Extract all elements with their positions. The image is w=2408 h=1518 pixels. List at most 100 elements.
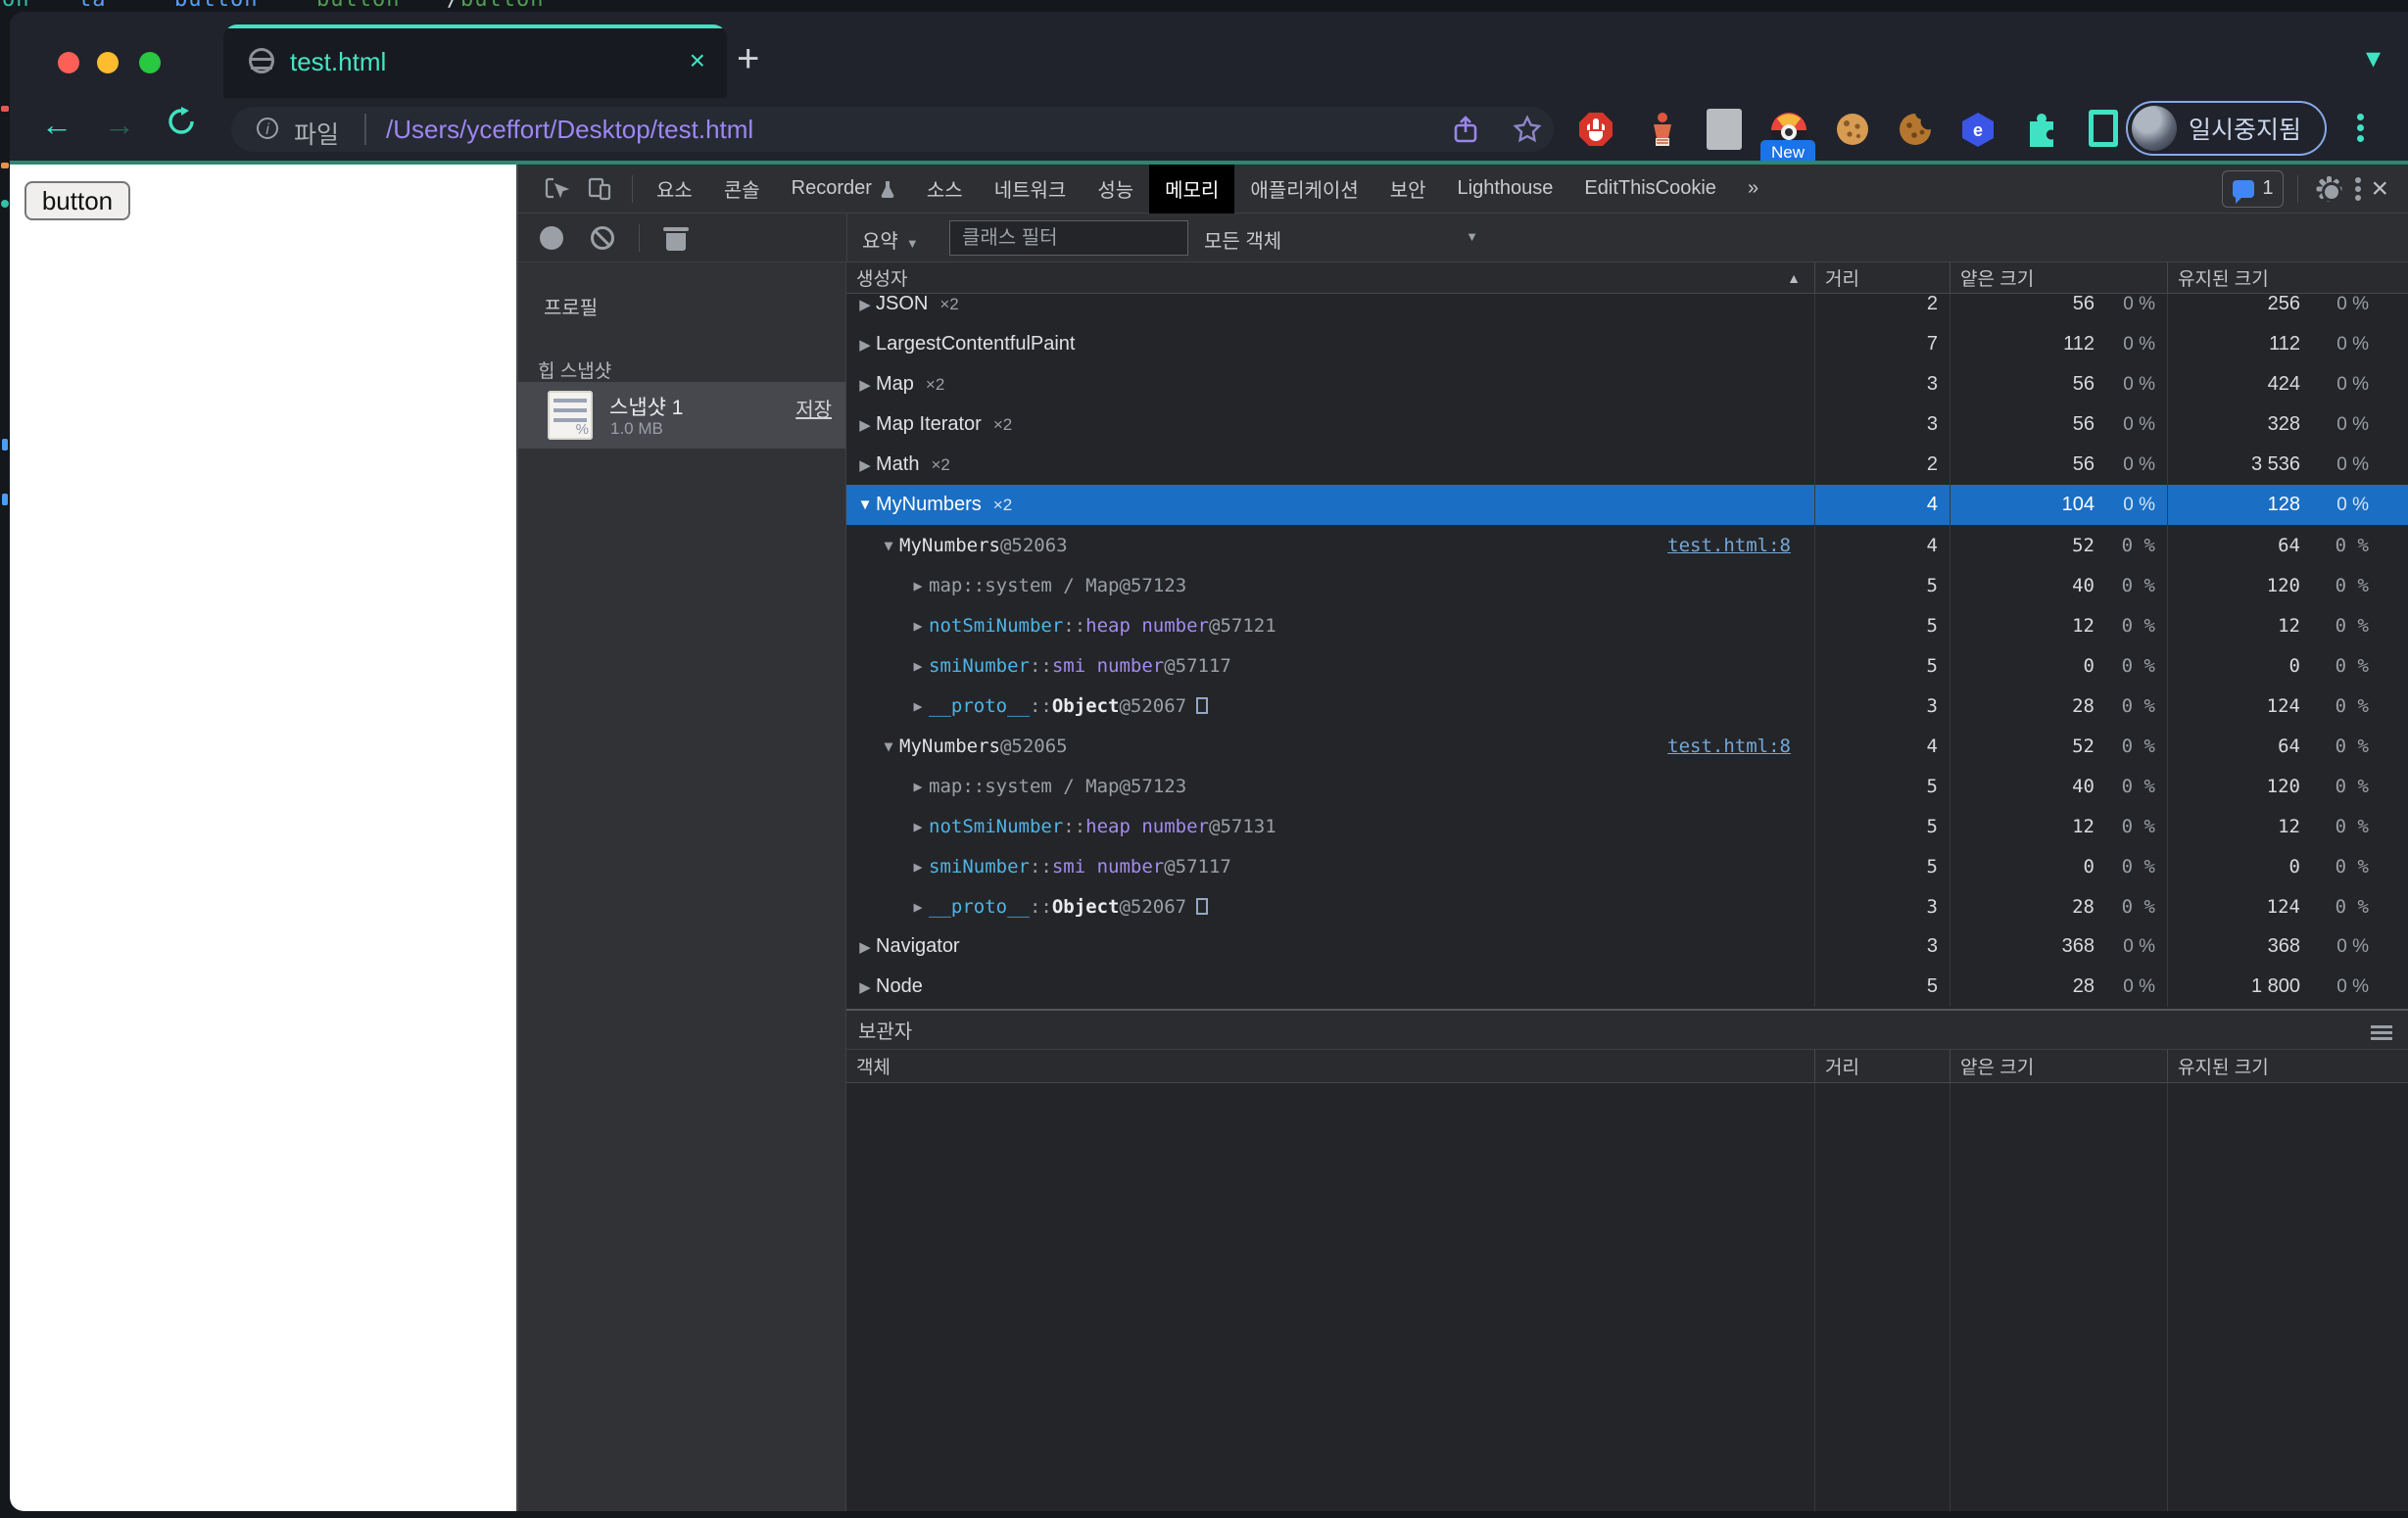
tab-lighthouse[interactable]: Lighthouse <box>1442 165 1569 213</box>
url-text[interactable]: /Users/yceffort/Desktop/test.html <box>386 115 753 145</box>
delete-snapshot-icon[interactable] <box>663 225 689 251</box>
shallow-size-column-header[interactable]: 얕은 크기 <box>1950 262 2167 293</box>
forward-button[interactable]: → <box>104 107 135 143</box>
expander-icon[interactable]: ▶ <box>907 697 929 715</box>
retained-size-column-header[interactable]: 유지된 크기 <box>2167 262 2408 293</box>
snapshot-item[interactable]: 스냅샷 1 1.0 MB 저장 <box>518 382 845 449</box>
device-toolbar-icon[interactable] <box>587 176 612 202</box>
tab-search-chevron-icon[interactable]: ▾ <box>2366 41 2381 75</box>
close-window-button[interactable] <box>58 52 79 73</box>
heap-row[interactable]: ▶ map :: system / Map @57123 5 40 0 % 120 0 % <box>846 565 2408 605</box>
tab-security[interactable]: 보안 <box>1374 165 1442 213</box>
page-button[interactable]: button <box>24 181 130 220</box>
tab-application[interactable]: 애플리케이션 <box>1234 165 1373 213</box>
tab-editthiscookie[interactable]: EditThisCookie <box>1568 165 1732 213</box>
expander-icon[interactable]: ▶ <box>907 577 929 594</box>
devtools-menu-kebab-icon[interactable] <box>2355 174 2362 204</box>
class-filter-input[interactable] <box>949 220 1188 256</box>
expander-icon[interactable]: ▶ <box>854 336 876 354</box>
heap-row[interactable]: ▶ JSON ×2 2 56 0 % 256 0 % <box>846 294 2408 324</box>
editthiscookie-extension-icon[interactable] <box>1897 111 1934 148</box>
heap-row[interactable]: ▶ Map Iterator ×2 3 56 0 % 328 0 % <box>846 404 2408 445</box>
snapshot-save-link[interactable]: 저장 <box>795 394 832 422</box>
heap-row[interactable]: ▼ MyNumbers @52063 test.html:8 4 52 0 % 64 0 % <box>846 525 2408 565</box>
expander-icon[interactable]: ▶ <box>854 376 876 394</box>
heap-row[interactable]: ▶ __proto__ :: Object @52067 3 28 0 % 124 0 % <box>846 686 2408 726</box>
extension-icon-teal-frame[interactable] <box>2089 110 2118 147</box>
shallow-size-column-header[interactable]: 얕은 크기 <box>1950 1050 2167 1082</box>
expander-icon[interactable]: ▼ <box>878 737 899 755</box>
heap-row[interactable]: ▶ LargestContentfulPaint 7 112 0 % 112 0 % <box>846 324 2408 364</box>
bookmark-star-icon[interactable] <box>1513 115 1542 144</box>
tab-console[interactable]: 콘솔 <box>708 165 776 213</box>
tab-elements[interactable]: 요소 <box>641 165 708 213</box>
browser-menu-kebab-icon[interactable] <box>2357 110 2365 149</box>
heap-row[interactable]: ▶ smiNumber :: smi number @57117 5 0 0 % 0 0 % <box>846 645 2408 686</box>
expander-icon[interactable]: ▶ <box>907 818 929 835</box>
heap-row[interactable]: ▶ smiNumber :: smi number @57117 5 0 0 % 0 0 % <box>846 846 2408 886</box>
heap-row[interactable]: ▶ notSmiNumber :: heap number @57121 5 12 0 … <box>846 605 2408 645</box>
issues-button[interactable]: 1 <box>2222 169 2285 208</box>
distance-column-header[interactable]: 거리 <box>1814 262 1950 293</box>
settings-gear-icon[interactable] <box>2316 175 2342 202</box>
new-tab-button[interactable]: + <box>737 39 759 78</box>
objects-select[interactable]: 모든 객체 ▼ <box>1204 225 1478 254</box>
heap-row[interactable]: ▼ MyNumbers @52065 test.html:8 4 52 0 % 64 0 % <box>846 726 2408 766</box>
distance-column-header[interactable]: 거리 <box>1814 1050 1950 1082</box>
tab-sources[interactable]: 소스 <box>911 165 979 213</box>
cookie-extension-icon[interactable] <box>1834 111 1871 148</box>
retained-size-column-header[interactable]: 유지된 크기 <box>2167 1050 2408 1082</box>
expander-icon[interactable]: ▶ <box>907 617 929 635</box>
extension-icon-red-figure[interactable] <box>1644 111 1681 148</box>
heap-row[interactable]: ▶ notSmiNumber :: heap number @57131 5 12 0 … <box>846 806 2408 846</box>
expander-icon[interactable]: ▶ <box>907 858 929 876</box>
source-link[interactable]: test.html:8 <box>1667 735 1791 757</box>
expander-icon[interactable]: ▼ <box>854 497 876 513</box>
tab-recorder[interactable]: Recorder <box>776 165 911 213</box>
inspect-element-icon[interactable] <box>544 176 569 202</box>
browser-tab[interactable]: test.html × <box>223 24 727 98</box>
expander-icon[interactable]: ▶ <box>907 778 929 795</box>
object-column-header[interactable]: 객체 <box>846 1050 1814 1082</box>
expander-icon[interactable]: ▶ <box>907 898 929 916</box>
heap-row[interactable]: ▶ __proto__ :: Object @52067 3 28 0 % 124 0 % <box>846 886 2408 926</box>
constructor-column-header[interactable]: 생성자 ▲ <box>846 262 1814 293</box>
share-icon[interactable] <box>1451 115 1480 144</box>
expander-icon[interactable]: ▶ <box>907 657 929 675</box>
tab-network[interactable]: 네트워크 <box>979 165 1083 213</box>
expander-icon[interactable]: ▼ <box>878 537 899 554</box>
retainers-menu-icon[interactable] <box>2371 1022 2392 1043</box>
expander-icon[interactable]: ▶ <box>854 978 876 996</box>
retainers-bar[interactable]: 보관자 <box>846 1009 2408 1050</box>
maximize-window-button[interactable] <box>139 52 161 73</box>
tab-performance[interactable]: 성능 <box>1082 165 1149 213</box>
heap-row[interactable]: ▶ Math ×2 2 56 0 % 3 536 0 % <box>846 445 2408 485</box>
omnibox[interactable]: i 파일 /Users/yceffort/Desktop/test.html <box>231 107 1554 152</box>
devtools-close-icon[interactable]: × <box>2371 172 2388 206</box>
back-button[interactable]: ← <box>41 107 72 143</box>
site-info-icon[interactable]: i <box>257 118 278 139</box>
clear-profiles-icon[interactable] <box>591 226 614 250</box>
profile-pill[interactable]: 일시중지됨 <box>2126 101 2328 156</box>
heap-row[interactable]: ▶ Node 5 28 0 % 1 800 0 % <box>846 967 2408 1007</box>
heap-row[interactable]: ▶ map :: system / Map @57123 5 40 0 % 120 0 % <box>846 766 2408 806</box>
extension-icon-colorful[interactable]: New <box>1760 111 1815 166</box>
tab-close-icon[interactable]: × <box>690 45 705 76</box>
expander-icon[interactable]: ▶ <box>854 938 876 956</box>
heap-row[interactable]: ▶ Navigator 3 368 0 % 368 0 % <box>846 926 2408 967</box>
tab-memory[interactable]: 메모리 <box>1149 164 1235 213</box>
expander-icon[interactable]: ▶ <box>854 416 876 434</box>
heap-row[interactable]: ▼ MyNumbers ×2 4 104 0 % 128 0 % <box>846 485 2408 525</box>
perspective-select[interactable]: 요약 ▼ <box>862 225 919 254</box>
puzzle-extension-icon[interactable] <box>2024 111 2061 148</box>
heap-row[interactable]: ▶ Map ×2 3 56 0 % 424 0 % <box>846 364 2408 404</box>
more-tabs-chevron[interactable]: » <box>1732 165 1774 213</box>
expander-icon[interactable]: ▶ <box>854 296 876 313</box>
source-link[interactable]: test.html:8 <box>1667 535 1791 556</box>
take-snapshot-icon[interactable] <box>540 226 563 250</box>
expander-icon[interactable]: ▶ <box>854 456 876 474</box>
minimize-window-button[interactable] <box>97 52 119 73</box>
extension-icon-gray[interactable] <box>1707 109 1742 150</box>
extension-icon-blue-hexagon[interactable]: e <box>1959 111 1997 148</box>
reload-button[interactable] <box>167 107 196 136</box>
